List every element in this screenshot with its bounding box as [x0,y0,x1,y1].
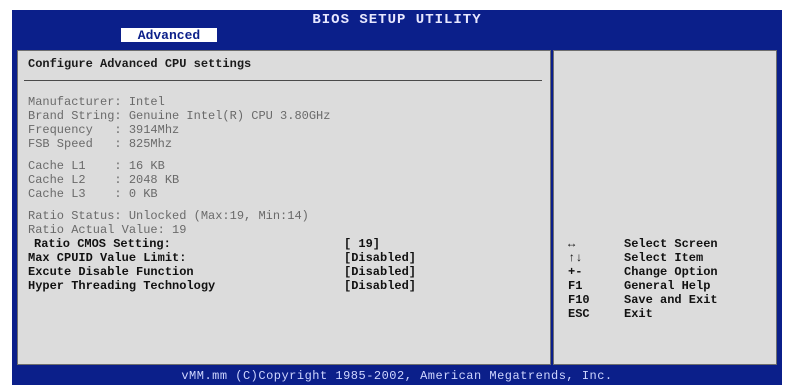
info-fsb-speed: FSB Speed : 825Mhz [28,137,173,151]
left-right-arrow-icon: ↔ [568,237,576,251]
setting-label: Hyper Threading Technology [28,279,216,293]
setting-value[interactable]: [Disabled] [344,251,416,265]
help-panel: ↔ Select Screen ↑↓ Select Item +- Change… [553,50,777,365]
copyright-footer: vMM.mm (C)Copyright 1985-2002, American … [12,368,782,385]
setting-value[interactable]: [ 19] [344,237,380,251]
help-desc: Change Option [624,265,718,279]
help-desc: General Help [624,279,711,293]
info-manufacturer: Manufacturer: Intel [28,95,165,109]
setting-hyper-threading[interactable]: Hyper Threading Technology [Disabled] [28,279,538,335]
help-desc: Select Screen [624,237,718,251]
setting-value[interactable]: [Disabled] [344,265,416,279]
main-frame: Configure Advanced CPU settings Manufact… [12,42,782,368]
help-desc: Select Item [624,251,704,265]
setting-label: Excute Disable Function [28,265,194,279]
bios-screen: BIOS SETUP UTILITY Advanced Configure Ad… [0,0,794,385]
setting-label: Ratio CMOS Setting: [34,237,171,251]
help-exit: ESC Exit [568,307,768,363]
info-ratio-actual: Ratio Actual Value: 19 [28,223,187,237]
help-desc: Exit [624,307,653,321]
window-title: BIOS SETUP UTILITY [312,12,482,28]
info-cache-l3: Cache L3 : 0 KB [28,187,158,201]
help-desc: Save and Exit [624,293,718,307]
info-cache-l1: Cache L1 : 16 KB [28,159,165,173]
section-heading: Configure Advanced CPU settings [28,57,252,71]
info-brand-string: Brand String: Genuine Intel(R) CPU 3.80G… [28,109,331,123]
settings-panel: Configure Advanced CPU settings Manufact… [17,50,551,365]
setting-label: Max CPUID Value Limit: [28,251,187,265]
heading-divider [24,80,542,81]
help-key: +- [568,265,583,279]
header-bar: BIOS SETUP UTILITY Advanced [12,10,782,43]
up-down-arrow-icon: ↑↓ [568,251,583,265]
tab-advanced[interactable]: Advanced [121,28,217,43]
help-key: F1 [568,279,583,293]
help-key: ESC [568,307,590,321]
info-cache-l2: Cache L2 : 2048 KB [28,173,180,187]
help-key: F10 [568,293,590,307]
info-frequency: Frequency : 3914Mhz [28,123,180,137]
setting-value[interactable]: [Disabled] [344,279,416,293]
info-ratio-status: Ratio Status: Unlocked (Max:19, Min:14) [28,209,309,223]
